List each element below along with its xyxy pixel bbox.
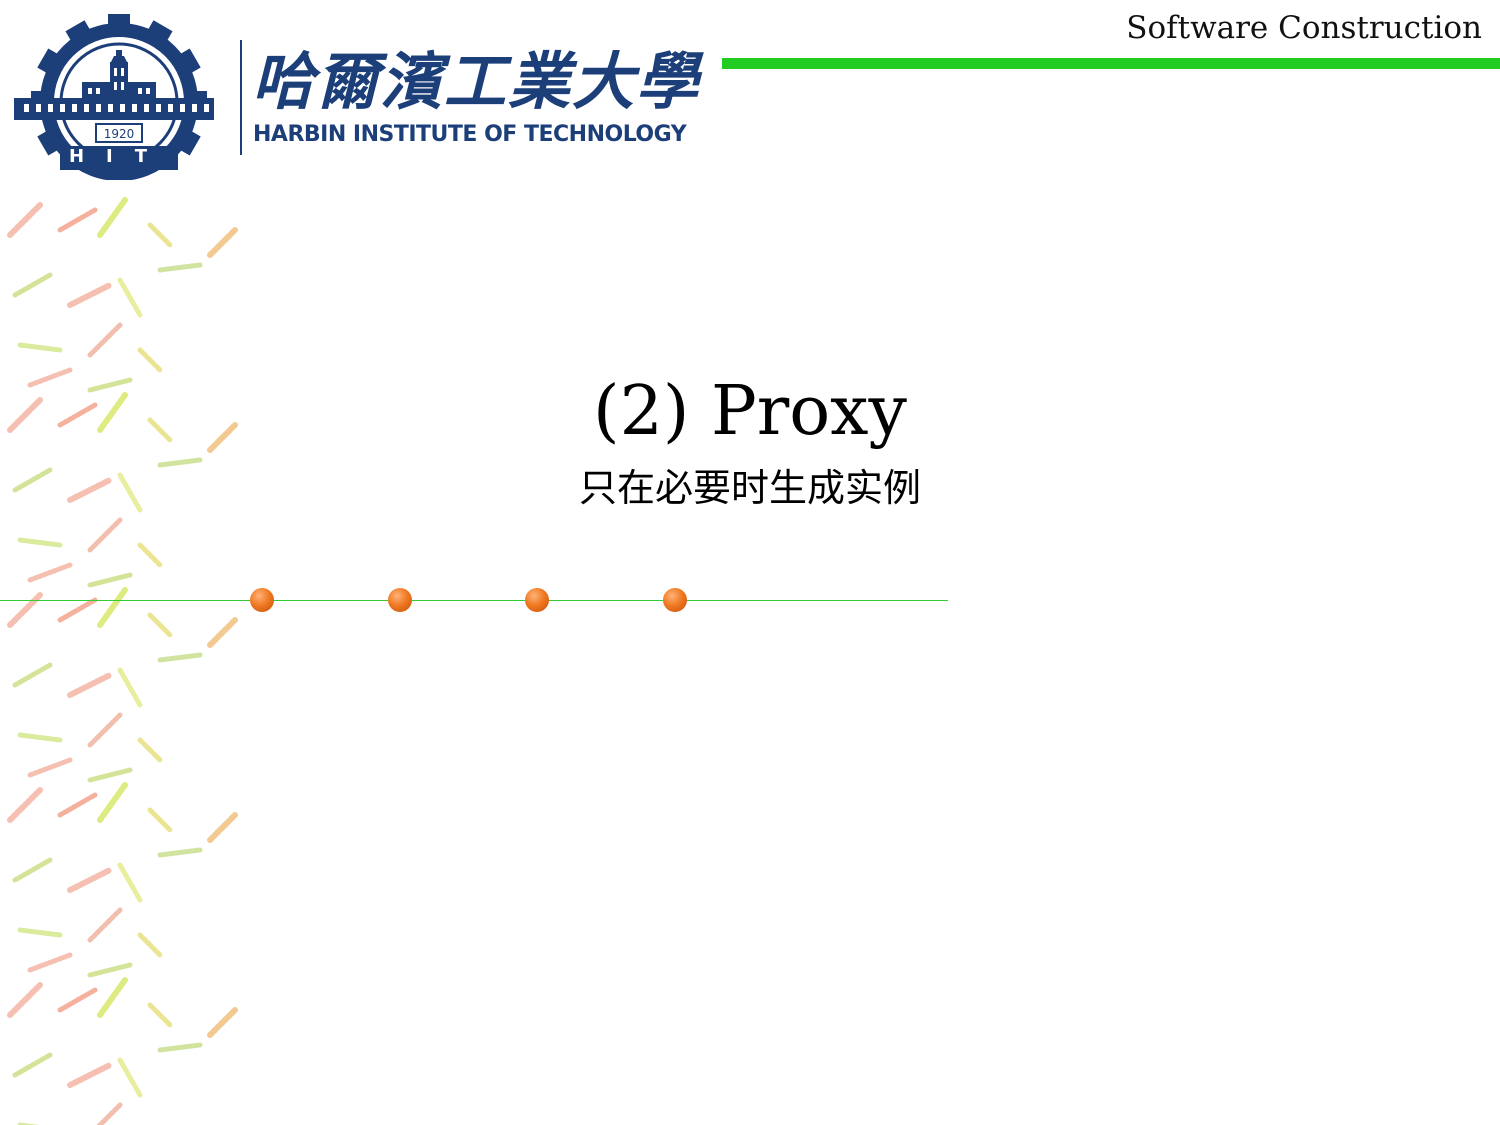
divider-dot — [663, 588, 687, 612]
logo-divider — [240, 40, 242, 155]
course-title: Software Construction — [1126, 10, 1482, 46]
slide-title: (2) Proxy — [593, 372, 907, 451]
logo-year: 1920 — [103, 127, 135, 141]
logo-initials: HIT — [68, 146, 170, 167]
slide: Software Construction 1920 HIT 哈爾濱工業大學 H… — [0, 0, 1500, 1125]
logo-english-name: HARBIN INSTITUTE OF TECHNOLOGY — [253, 122, 687, 147]
divider-dot — [250, 588, 274, 612]
logo-chinese-name: 哈爾濱工業大學 — [252, 45, 701, 118]
divider-dot — [388, 588, 412, 612]
decorative-leaf-pattern — [7, 197, 238, 1125]
header-accent-bar — [722, 58, 1500, 69]
divider-line — [0, 600, 948, 601]
divider-dot — [525, 588, 549, 612]
slide-subtitle: 只在必要时生成实例 — [578, 466, 921, 510]
